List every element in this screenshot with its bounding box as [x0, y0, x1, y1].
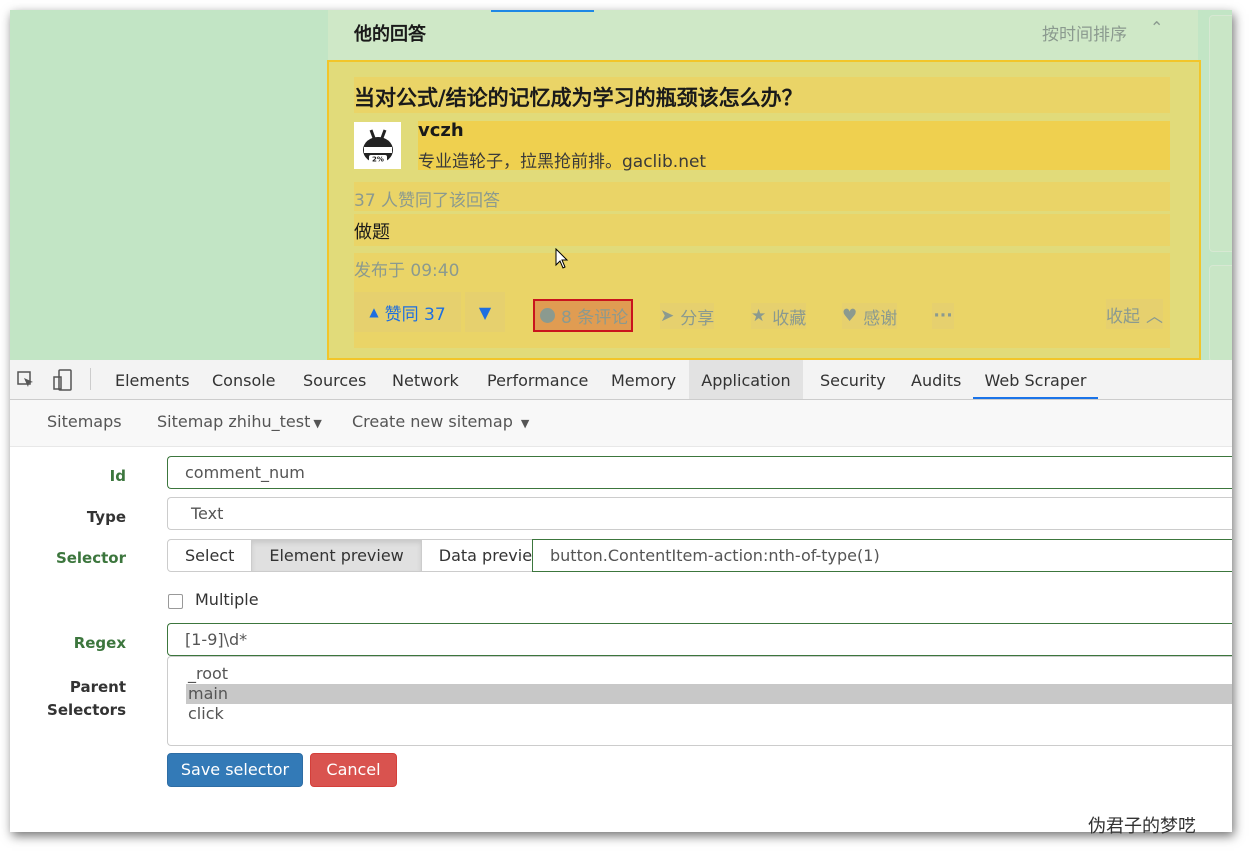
type-select[interactable]: Text [167, 497, 1232, 530]
parent-selectors-list[interactable]: _root main click [167, 656, 1232, 746]
select-button[interactable]: Select [167, 539, 253, 572]
collapse-label: 收起 [1106, 306, 1140, 327]
parent-option[interactable]: _root [188, 664, 1232, 684]
type-label: Type [86, 508, 126, 526]
comment-button[interactable]: 8 条评论 [533, 299, 633, 332]
sort-chevron-icon[interactable]: ⌃ [1150, 18, 1163, 37]
regex-input[interactable]: [1-9]\d* [167, 623, 1232, 656]
chevron-up-icon: ︿ [1146, 306, 1163, 327]
inspect-element-icon[interactable] [17, 371, 35, 389]
author-name[interactable]: vczh [418, 120, 464, 141]
nav-create-sitemap[interactable]: Create new sitemap ▼ [352, 412, 529, 431]
thanks-button[interactable]: ♥ 感谢 [842, 303, 898, 329]
star-icon: ★ [751, 306, 767, 326]
comment-bubble-icon [540, 308, 555, 323]
tab-console[interactable]: Console [212, 360, 276, 399]
comment-count-label: 8 条评论 [561, 308, 629, 328]
caret-down-icon: ▼ [520, 417, 530, 430]
triangle-down-icon: ▼ [478, 302, 492, 322]
tab-audits[interactable]: Audits [911, 360, 961, 399]
heart-icon: ♥ [842, 306, 858, 326]
id-input[interactable]: comment_num [167, 456, 1232, 489]
save-selector-button[interactable]: Save selector [167, 753, 303, 787]
tab-performance[interactable]: Performance [487, 360, 588, 399]
regex-label: Regex [73, 634, 126, 652]
create-sitemap-label: Create new sitemap [352, 412, 513, 431]
tab-web-scraper[interactable]: Web Scraper [973, 360, 1098, 399]
parent-label-line2: Selectors [47, 701, 126, 719]
answer-text: 做题 [354, 222, 390, 243]
collapse-button[interactable]: 收起 ︿ [1106, 299, 1163, 329]
multiple-label: Multiple [195, 590, 259, 609]
active-tab-indicator [491, 10, 594, 12]
cancel-button[interactable]: Cancel [310, 753, 397, 787]
toolbar-divider [90, 368, 91, 390]
nav-sitemap-current[interactable]: Sitemap zhihu_test ▼ [157, 412, 322, 431]
element-preview-button[interactable]: Element preview [252, 539, 422, 572]
more-dots-icon: ··· [933, 306, 953, 326]
svg-text:2%: 2% [372, 155, 384, 163]
parent-label-line1: Parent [69, 678, 126, 696]
web-page: 他的回答 按时间排序 ⌃ 当对公式/结论的记忆成为学习的瓶颈该怎么办？ 2% v… [10, 10, 1232, 362]
upvote-button[interactable]: ▲ 赞同 37 [354, 292, 461, 332]
multiple-checkbox[interactable] [168, 594, 183, 609]
tab-network[interactable]: Network [392, 360, 459, 399]
sort-dropdown[interactable]: 按时间排序 [1042, 20, 1127, 45]
side-card [1209, 15, 1232, 252]
selector-input[interactable]: button.ContentItem-action:nth-of-type(1) [532, 539, 1232, 572]
share-label: 分享 [680, 308, 715, 329]
highlight-band [354, 214, 1170, 246]
sitemap-current-label: Sitemap zhihu_test [157, 412, 311, 431]
tab-elements[interactable]: Elements [115, 360, 190, 399]
upvote-label: 赞同 37 [384, 304, 446, 325]
triangle-up-icon: ▲ [369, 305, 379, 319]
devtools-panel: Elements Console Sources Network Perform… [10, 360, 1232, 832]
screenshot-frame: 他的回答 按时间排序 ⌃ 当对公式/结论的记忆成为学习的瓶颈该怎么办？ 2% v… [10, 10, 1232, 832]
tab-memory[interactable]: Memory [611, 360, 676, 399]
voters-count: 37 人赞同了该回答 [354, 191, 501, 211]
mouse-cursor-icon [555, 248, 569, 269]
more-button[interactable]: ··· [932, 303, 954, 329]
selector-label: Selector [55, 549, 126, 567]
question-title[interactable]: 当对公式/结论的记忆成为学习的瓶颈该怎么办？ [354, 82, 803, 112]
downvote-button[interactable]: ▼ [465, 292, 505, 332]
scraper-subnav: Sitemaps Sitemap zhihu_test ▼ Create new … [10, 400, 1232, 447]
publish-time: 发布于 09:40 [354, 261, 460, 281]
collect-button[interactable]: ★ 收藏 [751, 303, 807, 329]
collect-label: 收藏 [772, 308, 807, 329]
side-card-lower [1209, 265, 1232, 362]
tab-sources[interactable]: Sources [303, 360, 366, 399]
watermark: 伪君子的梦呓 [1088, 816, 1196, 837]
section-title: 他的回答 [354, 24, 426, 45]
device-toolbar-icon[interactable] [53, 369, 73, 391]
author-avatar-icon: 2% [355, 123, 400, 168]
paper-plane-icon: ➤ [660, 306, 675, 326]
parent-option[interactable]: click [188, 704, 1232, 724]
nav-sitemaps[interactable]: Sitemaps [47, 412, 122, 431]
parent-selectors-label: Parent Selectors [10, 676, 126, 722]
tab-security[interactable]: Security [820, 360, 886, 399]
avatar[interactable]: 2% [354, 122, 401, 169]
parent-option-selected[interactable]: main [186, 684, 1232, 704]
id-label: Id [109, 467, 126, 485]
tab-application[interactable]: Application [689, 360, 803, 399]
share-button[interactable]: ➤ 分享 [660, 303, 715, 329]
selector-button-group: Select Element preview Data preview [167, 539, 564, 572]
thanks-label: 感谢 [863, 308, 898, 329]
devtools-tab-bar: Elements Console Sources Network Perform… [10, 360, 1232, 400]
author-bio: 专业造轮子，拉黑抢前排。gaclib.net [418, 152, 707, 172]
caret-down-icon: ▼ [313, 417, 322, 430]
